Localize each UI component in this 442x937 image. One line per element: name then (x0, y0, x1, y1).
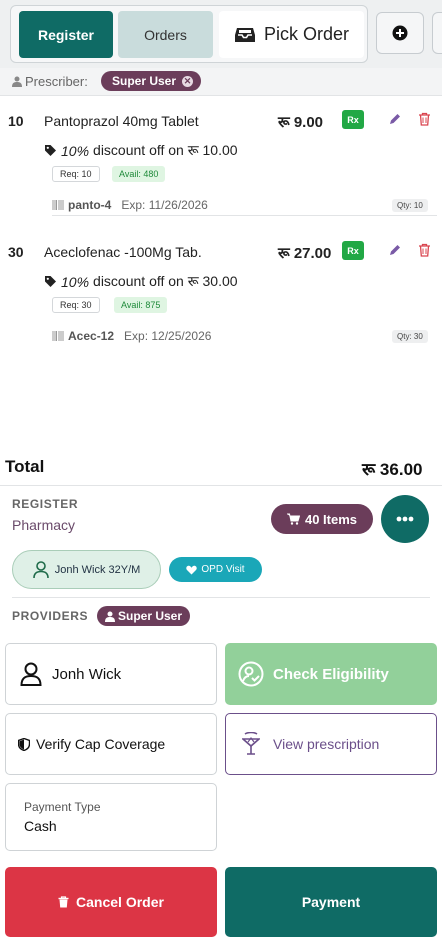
verify-cap-coverage-button[interactable]: Verify Cap Coverage (5, 713, 217, 775)
prescription-icon (242, 732, 260, 755)
list-item: 30 Aceclofenac -100Mg Tab. रू 27.00 Rx 1… (0, 241, 442, 364)
visit-type: OPD Visit (201, 564, 245, 575)
tab-group: Register Orders Pick Order (10, 5, 368, 63)
trash-icon[interactable] (418, 243, 431, 257)
barcode-icon (52, 200, 64, 210)
discount-percent: 10% (61, 142, 90, 159)
expiry-date: Exp: 12/25/2026 (124, 329, 212, 343)
verify-cap-label: Verify Cap Coverage (36, 736, 166, 752)
tab-register[interactable]: Register (19, 11, 113, 58)
discount-description: discount off on रू 10.00 (93, 142, 238, 158)
prescriber-chip[interactable]: Super User ✕ (101, 71, 202, 91)
qty-badge: Qty: 30 (392, 330, 428, 343)
tab-orders[interactable]: Orders (118, 11, 213, 58)
payment-label: Payment (301, 894, 361, 910)
more-options-button[interactable] (381, 495, 429, 543)
visit-type-chip[interactable]: OPD Visit (169, 557, 262, 582)
edit-icon[interactable] (388, 243, 402, 257)
total-value: रू 36.00 (362, 460, 423, 479)
ellipsis-icon (396, 516, 414, 522)
plus-circle-icon (392, 25, 408, 41)
items-count: 40 Items (304, 511, 358, 527)
rx-badge: Rx (342, 241, 364, 260)
patient-card-label: Jonh Wick (52, 665, 122, 683)
add-button[interactable] (376, 12, 424, 54)
edit-icon[interactable] (388, 112, 402, 126)
rx-badge: Rx (342, 110, 364, 129)
qty-badge: Qty: 10 (392, 199, 428, 212)
item-price: रू 9.00 (278, 114, 324, 131)
sku-line: Acec-12 Exp: 12/25/2026 (52, 329, 211, 343)
payment-type-label: Payment Type (24, 800, 101, 814)
patient-chip[interactable]: Jonh Wick 32Y/M (12, 550, 161, 589)
patient-name: Jonh Wick 32Y/M (54, 563, 141, 576)
required-badge: Req: 30 (52, 297, 100, 313)
payment-type-value: Cash (24, 818, 57, 834)
tag-icon (45, 145, 56, 156)
discount-text: 10% discount off on रू 30.00 (44, 272, 238, 291)
prescriber-row: Prescriber: Super User ✕ (0, 68, 442, 96)
payment-button[interactable]: Payment (225, 867, 437, 937)
expiry-date: Exp: 11/26/2026 (121, 198, 208, 212)
total-label: Total (5, 457, 45, 476)
user-check-icon (238, 661, 264, 687)
register-value: Pharmacy (12, 517, 76, 533)
sku-code: panto-4 (68, 198, 112, 212)
view-prescription-button[interactable]: View prescription (225, 713, 437, 775)
item-name: Pantoprazol 40mg Tablet (44, 113, 199, 129)
item-quantity: 10 (8, 113, 24, 129)
total-row: Total रू 36.00 (0, 452, 442, 486)
sku-line: panto-4 Exp: 11/26/2026 (52, 198, 208, 212)
divider (52, 215, 437, 216)
available-badge: Avail: 875 (114, 297, 168, 313)
remove-prescriber-icon[interactable]: ✕ (182, 75, 194, 87)
tab-pick-order[interactable]: Pick Order (219, 11, 364, 58)
barcode-icon (52, 331, 64, 341)
item-name: Aceclofenac -100Mg Tab. (44, 244, 202, 260)
provider-name: Super User (118, 609, 183, 623)
cart-icon (286, 513, 300, 525)
discount-text: 10% discount off on रू 10.00 (44, 141, 238, 160)
item-price: रू 27.00 (278, 245, 332, 262)
discount-description: discount off on रू 30.00 (93, 273, 238, 289)
trash-icon (58, 896, 69, 908)
available-badge: Avail: 480 (112, 166, 166, 182)
user-icon (20, 662, 42, 686)
user-icon (32, 560, 49, 578)
prescriber-label-text: Prescriber: (25, 74, 88, 89)
prescriber-name: Super User (112, 74, 177, 88)
prescriber-label: Prescriber: (12, 74, 88, 89)
cancel-order-button[interactable]: Cancel Order (5, 867, 217, 937)
overflow-button[interactable] (432, 12, 442, 54)
provider-chip[interactable]: Super User (97, 606, 191, 626)
doctor-icon (12, 76, 22, 87)
discount-percent: 10% (61, 273, 90, 290)
trash-icon[interactable] (418, 112, 431, 126)
heartbeat-icon (186, 565, 198, 574)
cancel-order-label: Cancel Order (76, 894, 164, 910)
inbox-tray-icon (234, 27, 255, 42)
patient-card-button[interactable]: Jonh Wick (5, 643, 217, 705)
shield-icon (18, 737, 30, 751)
view-prescription-label: View prescription (273, 736, 380, 752)
pick-order-label: Pick Order (263, 24, 350, 44)
tag-icon (45, 276, 56, 287)
payment-type-select[interactable]: Payment Type Cash (5, 783, 217, 851)
doctor-icon (105, 611, 115, 622)
register-label: REGISTER (12, 497, 79, 511)
item-quantity: 30 (8, 244, 24, 260)
required-badge: Req: 10 (52, 166, 100, 182)
providers-label: PROVIDERS (12, 609, 89, 623)
list-item: 10 Pantoprazol 40mg Tablet रू 9.00 Rx 10… (0, 110, 442, 233)
top-toolbar: Register Orders Pick Order (0, 0, 442, 68)
check-eligibility-button[interactable]: Check Eligibility (225, 643, 437, 705)
items-count-button[interactable]: 40 Items (271, 504, 373, 534)
divider (12, 597, 430, 598)
sku-code: Acec-12 (68, 329, 115, 343)
check-eligibility-label: Check Eligibility (273, 665, 389, 683)
